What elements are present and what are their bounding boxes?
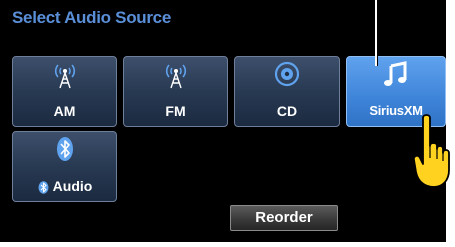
source-tile-bluetooth-audio[interactable]: Audio — [12, 131, 117, 202]
callout-line — [375, 0, 378, 66]
source-tile-cd[interactable]: CD — [234, 56, 340, 127]
reorder-button[interactable]: Reorder — [230, 205, 338, 231]
page-title: Select Audio Source — [12, 8, 171, 27]
disc-icon — [274, 61, 300, 87]
source-tile-am[interactable]: AM — [12, 56, 117, 127]
source-label-am: AM — [53, 103, 76, 119]
radio-tower-icon — [54, 64, 75, 89]
bluetooth-icon — [56, 137, 73, 161]
source-label-fm: FM — [165, 103, 186, 119]
source-tile-fm[interactable]: FM — [123, 56, 228, 127]
music-note-icon — [384, 61, 407, 86]
source-label-audio: Audio — [52, 178, 93, 194]
source-label-cd: CD — [276, 103, 298, 119]
radio-tower-icon — [165, 64, 186, 89]
pointing-hand-icon — [412, 114, 450, 188]
audio-source-screen: Select Audio Source AM FM CD SiriusXM Au… — [0, 0, 446, 242]
